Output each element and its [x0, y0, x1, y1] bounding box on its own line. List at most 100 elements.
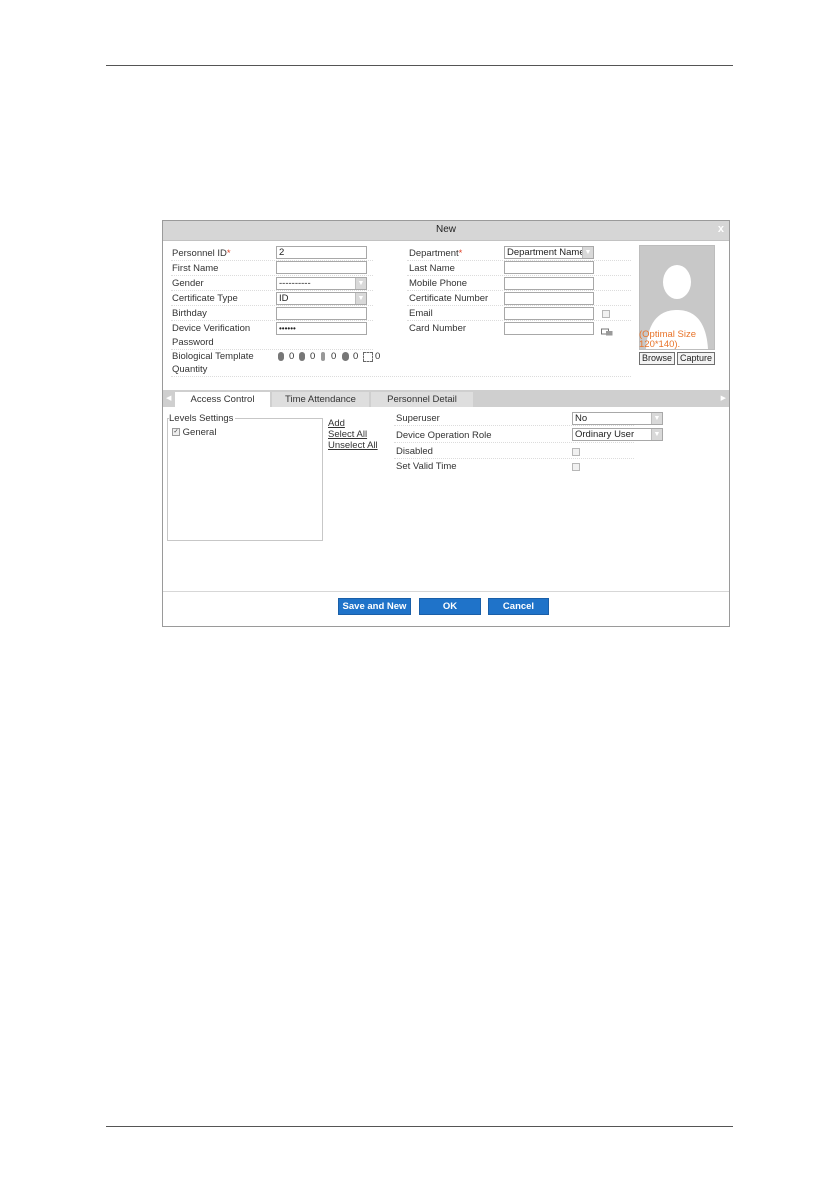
row-divider [171, 349, 373, 350]
certificate-type-select[interactable]: ID ▼ [276, 292, 367, 305]
certificate-number-label: Certificate Number [409, 293, 489, 304]
gender-select[interactable]: ---------- ▼ [276, 277, 367, 290]
card-number-input[interactable] [504, 322, 594, 335]
superuser-label: Superuser [396, 413, 440, 424]
unselect-all-link[interactable]: Unselect All [328, 440, 378, 451]
gender-select-value: ---------- [279, 278, 311, 289]
personnel-id-label: Personnel ID* [172, 248, 231, 259]
chevron-down-icon[interactable]: ▼ [355, 278, 366, 289]
chevron-down-icon[interactable]: ▼ [651, 413, 662, 424]
level-label: General [182, 427, 217, 438]
biological-template-label: Biological Template [172, 351, 254, 362]
chevron-down-icon[interactable]: ▼ [355, 293, 366, 304]
birthday-input[interactable] [276, 307, 367, 320]
dialog-titlebar: New x [163, 221, 729, 241]
level-item-general[interactable]: ✓ General [172, 427, 216, 438]
certificate-type-label: Certificate Type [172, 293, 238, 304]
face-count: 0 [353, 351, 359, 362]
department-select-value: Department Name [507, 247, 585, 258]
palm-count: 0 [331, 351, 337, 362]
card-number-label: Card Number [409, 323, 467, 334]
row-divider [407, 305, 631, 306]
email-input[interactable] [504, 307, 594, 320]
row-divider [394, 442, 634, 443]
card-reader-icon[interactable] [601, 323, 613, 336]
page-header-rule [106, 65, 733, 66]
dialog-title: New [435, 224, 456, 235]
superuser-select-value: No [575, 413, 588, 424]
set-valid-time-checkbox[interactable] [572, 463, 580, 471]
department-label: Department* [409, 248, 462, 259]
tab-time-attendance[interactable]: Time Attendance [272, 392, 369, 407]
page-footer-rule [106, 1126, 733, 1127]
row-divider [407, 275, 631, 276]
device-operation-role-select-value: Ordinary User [575, 429, 635, 440]
select-all-link[interactable]: Select All [328, 429, 367, 440]
row-divider [171, 376, 631, 377]
tab-access-control[interactable]: Access Control [175, 392, 270, 407]
tab-bar: ◀ Access Control Time Attendance Personn… [163, 390, 729, 407]
row-divider [407, 320, 631, 321]
gender-label: Gender [172, 278, 204, 289]
fingerprint-icon [278, 352, 284, 361]
set-valid-time-label: Set Valid Time [396, 461, 457, 472]
biological-template-label-line2: Quantity [172, 364, 208, 375]
chevron-down-icon[interactable]: ▼ [582, 247, 593, 258]
row-divider [171, 290, 373, 291]
row-divider [407, 290, 631, 291]
department-select[interactable]: Department Name ▼ [504, 246, 594, 259]
last-name-label: Last Name [409, 263, 455, 274]
email-label: Email [409, 308, 433, 319]
photo-size-hint-line2: 120*140). [639, 339, 681, 350]
visible-face-icon [363, 352, 373, 362]
disabled-checkbox[interactable] [572, 448, 580, 456]
required-mark: * [226, 248, 231, 259]
tab-personnel-detail[interactable]: Personnel Detail [371, 392, 473, 407]
required-mark: * [458, 248, 463, 259]
checkmark-icon[interactable]: ✓ [172, 428, 180, 437]
fingerprint-count: 0 [289, 351, 295, 362]
levels-settings-box: ✓ General [167, 418, 323, 541]
disabled-label: Disabled [396, 446, 433, 457]
palm-icon [321, 352, 325, 361]
row-divider [171, 320, 373, 321]
device-operation-role-label: Device Operation Role [396, 430, 492, 441]
personnel-id-input[interactable]: 2 [276, 246, 367, 259]
visible-face-count: 0 [375, 351, 381, 362]
first-name-input[interactable] [276, 261, 367, 274]
email-checkbox[interactable] [602, 310, 610, 318]
device-verification-password-input[interactable]: •••••• [276, 322, 367, 335]
save-and-new-button[interactable]: Save and New [338, 598, 411, 615]
certificate-number-input[interactable] [504, 292, 594, 305]
device-operation-role-select[interactable]: Ordinary User ▼ [572, 428, 663, 441]
cancel-button[interactable]: Cancel [488, 598, 549, 615]
row-divider [394, 425, 634, 426]
personnel-id-label-text: Personnel ID [172, 248, 227, 259]
browse-button[interactable]: Browse [639, 352, 676, 365]
first-name-label: First Name [172, 263, 219, 274]
row-divider [171, 305, 373, 306]
row-divider [394, 458, 634, 459]
row-divider [171, 275, 373, 276]
capture-button[interactable]: Capture [677, 352, 716, 365]
footer-divider [163, 591, 729, 592]
tab-scroll-left-icon[interactable]: ◀ [166, 394, 171, 402]
tab-scroll-right-icon[interactable]: ▶ [721, 394, 726, 402]
last-name-input[interactable] [504, 261, 594, 274]
device-verification-label-line2: Password [172, 337, 214, 348]
birthday-label: Birthday [172, 308, 207, 319]
certificate-type-select-value: ID [279, 293, 289, 304]
face-icon [342, 352, 349, 361]
mobile-phone-label: Mobile Phone [409, 278, 468, 289]
new-personnel-dialog: New x Personnel ID* 2 First Name Gender … [162, 220, 730, 627]
levels-settings-label: Levels Settings [169, 413, 236, 424]
device-verification-label: Device Verification [172, 323, 251, 334]
add-link[interactable]: Add [328, 418, 345, 429]
close-icon[interactable]: x [718, 223, 724, 235]
chevron-down-icon[interactable]: ▼ [651, 429, 662, 440]
department-label-text: Department [409, 248, 459, 259]
superuser-select[interactable]: No ▼ [572, 412, 663, 425]
mobile-phone-input[interactable] [504, 277, 594, 290]
ok-button[interactable]: OK [419, 598, 481, 615]
finger-vein-count: 0 [310, 351, 316, 362]
